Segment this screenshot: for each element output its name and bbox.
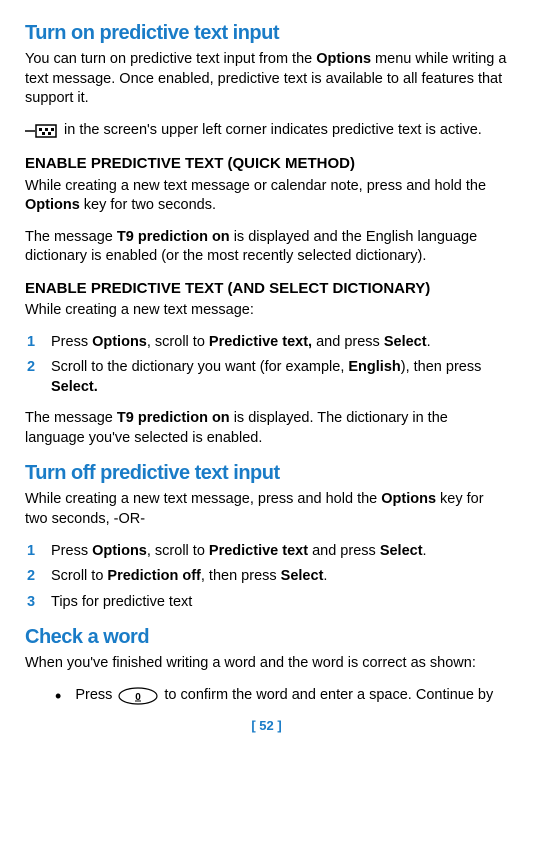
text: Press [51, 543, 92, 559]
step-text: Press Options, scroll to Predictive text… [51, 333, 508, 353]
bold-options: Options [25, 197, 80, 213]
dict-result: The message T9 prediction on is displaye… [25, 409, 508, 448]
dict-intro: While creating a new text message: [25, 301, 508, 321]
step-2: 2 Scroll to Prediction off, then press S… [27, 567, 508, 587]
step-text: Scroll to Prediction off, then press Sel… [51, 567, 508, 587]
step-text: Press Options, scroll to Predictive text… [51, 542, 508, 562]
text: and press [312, 334, 384, 350]
step-1: 1 Press Options, scroll to Predictive te… [27, 542, 508, 562]
text: Scroll to the dictionary you want (for e… [51, 359, 348, 375]
bold: Options [92, 334, 147, 350]
turn-off-intro: While creating a new text message, press… [25, 490, 508, 529]
step-number: 3 [27, 593, 41, 613]
icon-description: in the screen's upper left corner indica… [64, 121, 482, 141]
text: . [423, 543, 427, 559]
text: . [427, 334, 431, 350]
text: While creating a new text message or cal… [25, 178, 486, 194]
bold: Prediction off [107, 568, 200, 584]
bullet-dot-icon: • [55, 687, 61, 705]
intro-paragraph: You can turn on predictive text input fr… [25, 50, 508, 109]
step-number: 2 [27, 358, 41, 397]
bold: Predictive text [209, 543, 308, 559]
text: You can turn on predictive text input fr… [25, 51, 316, 67]
text: The message [25, 229, 117, 245]
bullet-list: • Press 0 to confirm the word and enter … [55, 686, 508, 706]
text: , scroll to [147, 334, 209, 350]
text: Scroll to [51, 568, 107, 584]
text: , scroll to [147, 543, 209, 559]
check-word-intro: When you've finished writing a word and … [25, 654, 508, 674]
bold-t9-on: T9 prediction on [117, 410, 230, 426]
predictive-icon-line: in the screen's upper left corner indica… [25, 121, 508, 141]
text: ), then press [401, 359, 482, 375]
text: key for two seconds. [80, 197, 216, 213]
step-1: 1 Press Options, scroll to Predictive te… [27, 333, 508, 353]
bullet-item: • Press 0 to confirm the word and enter … [55, 686, 508, 706]
text: While creating a new text message, press… [25, 491, 381, 507]
bold: Predictive text, [209, 334, 312, 350]
bold: Select [380, 543, 423, 559]
bold-options: Options [316, 51, 371, 67]
quick-method-instruction: While creating a new text message or cal… [25, 177, 508, 216]
bold: English [348, 359, 400, 375]
text: The message [25, 410, 117, 426]
step-text: Tips for predictive text [51, 593, 508, 613]
text: Press [51, 334, 92, 350]
bold-options: Options [381, 491, 436, 507]
zero-key-icon: 0 [118, 687, 158, 705]
bold: Select [281, 568, 324, 584]
bold-t9-on: T9 prediction on [117, 229, 230, 245]
heading-quick-method: ENABLE PREDICTIVE TEXT (QUICK METHOD) [25, 154, 508, 174]
bullet-text: Press 0 to confirm the word and enter a … [75, 686, 508, 706]
text: , then press [201, 568, 281, 584]
page-number: [ 52 ] [25, 717, 508, 735]
bold: Select. [51, 379, 98, 395]
text: Press [75, 686, 112, 706]
step-number: 2 [27, 567, 41, 587]
quick-method-result: The message T9 prediction on is displaye… [25, 228, 508, 267]
step-number: 1 [27, 542, 41, 562]
text: . [323, 568, 327, 584]
step-2: 2 Scroll to the dictionary you want (for… [27, 358, 508, 397]
step-text: Scroll to the dictionary you want (for e… [51, 358, 508, 397]
heading-select-dictionary: ENABLE PREDICTIVE TEXT (AND SELECT DICTI… [25, 279, 508, 299]
text: to confirm the word and enter a space. C… [164, 686, 493, 706]
predictive-text-icon [25, 124, 57, 138]
heading-turn-off: Turn off predictive text input [25, 460, 508, 487]
heading-check-word: Check a word [25, 624, 508, 651]
step-number: 1 [27, 333, 41, 353]
bold: Select [384, 334, 427, 350]
text: and press [308, 543, 380, 559]
bold: Options [92, 543, 147, 559]
heading-turn-on: Turn on predictive text input [25, 20, 508, 47]
step-3: 3 Tips for predictive text [27, 593, 508, 613]
